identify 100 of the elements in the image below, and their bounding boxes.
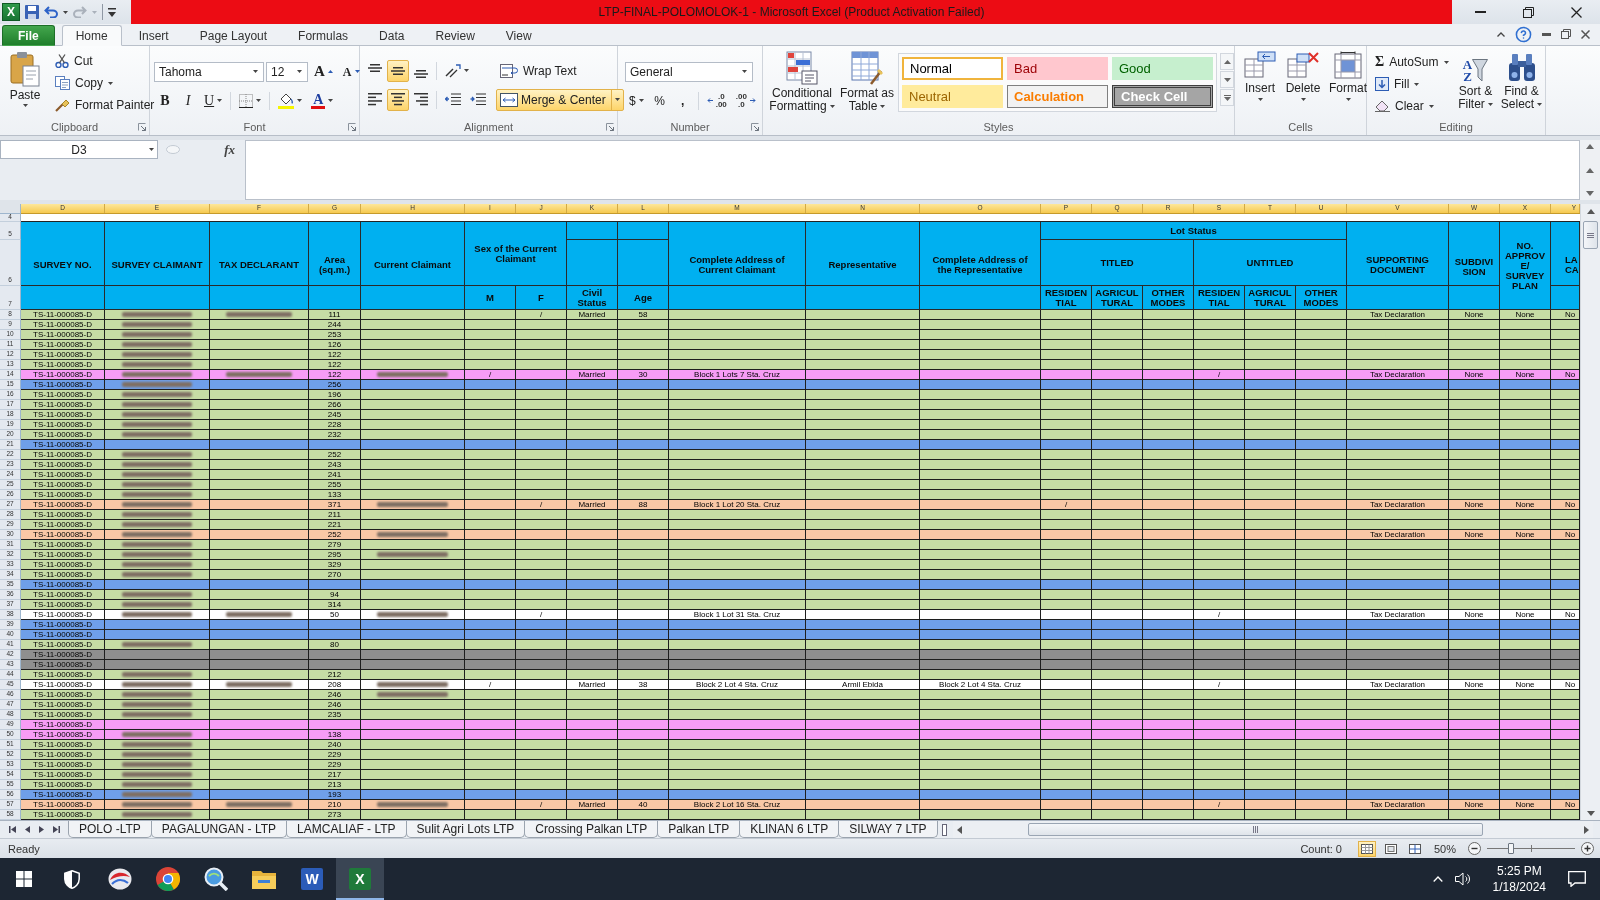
last-sheet-icon[interactable] <box>52 826 60 833</box>
percent-button[interactable]: % <box>648 89 671 112</box>
cell-style-option[interactable]: Bad <box>1007 57 1108 80</box>
sheet-tab[interactable]: SILWAY 7 LTP <box>838 821 938 838</box>
delete-cells-button[interactable]: Delete <box>1282 49 1324 103</box>
save-icon[interactable] <box>25 5 39 19</box>
zoom-out-icon[interactable] <box>1468 842 1481 855</box>
swirl-logo-icon <box>108 868 132 890</box>
scroll-up-icon[interactable] <box>1223 59 1231 64</box>
find-select-button[interactable]: Find & Select <box>1498 49 1545 113</box>
taskbar-button[interactable]: W <box>288 858 336 900</box>
scroll-down-icon[interactable] <box>1586 191 1594 196</box>
wrap-text-button[interactable]: Wrap Text <box>496 59 581 82</box>
file-menu-button[interactable]: File <box>2 25 55 46</box>
app-logo[interactable]: X <box>2 3 20 21</box>
ribbon-tab[interactable]: Insert <box>124 25 183 46</box>
ribbon-tab[interactable]: Review <box>421 25 489 46</box>
paste-button[interactable]: Paste <box>4 49 46 109</box>
insert-cells-button[interactable]: Insert <box>1240 49 1280 103</box>
small-bar-icon[interactable] <box>942 823 947 836</box>
caret-icon[interactable] <box>63 10 68 14</box>
scroll-up-icon[interactable] <box>1586 144 1594 149</box>
formula-field[interactable] <box>245 140 1580 200</box>
cell-style-option[interactable]: Neutral <box>902 85 1003 108</box>
sheet-tab[interactable]: KLINAN 6 LTP <box>739 821 840 838</box>
bar-caret-icon[interactable] <box>108 7 116 17</box>
conditional-formatting-button[interactable]: Conditional Formatting <box>768 49 836 115</box>
clock-time[interactable]: 5:25 PM <box>1496 863 1542 879</box>
underline-button[interactable]: U <box>200 89 227 112</box>
speaker-icon[interactable] <box>1454 872 1471 886</box>
align-button[interactable] <box>387 88 409 111</box>
sheet-tab[interactable]: Crossing Palkan LTP <box>524 821 659 838</box>
restore-icon[interactable] <box>1561 29 1571 39</box>
number-format-field[interactable]: General <box>625 61 753 82</box>
first-sheet-icon[interactable] <box>8 826 16 833</box>
undo-icon[interactable] <box>44 6 58 18</box>
sheet-tab[interactable]: Sulit Agri Lots LTP <box>405 821 526 838</box>
corner-arrow-icon[interactable] <box>606 122 614 131</box>
sheet-tab[interactable]: Palkan LTP <box>657 821 741 838</box>
ribbon-tab[interactable]: View <box>491 25 546 46</box>
view-button[interactable] <box>1357 840 1376 857</box>
help-icon[interactable] <box>1515 25 1532 43</box>
ribbon-tab[interactable]: Page Layout <box>185 25 282 46</box>
format-as-table-button[interactable]: Format as Table <box>839 49 895 115</box>
header-cell <box>567 222 618 240</box>
next-sheet-icon[interactable] <box>38 826 44 833</box>
merge-center-button[interactable]: Merge & Center <box>496 88 624 111</box>
corner-arrow-icon[interactable] <box>348 122 356 131</box>
close-icon[interactable] <box>1581 29 1590 39</box>
name-box[interactable]: D3 <box>0 140 158 159</box>
sheet-tab[interactable]: POLO -LTP <box>68 821 152 838</box>
ribbon-tab[interactable]: Data <box>365 25 419 46</box>
autosum-button[interactable]: Σ AutoSum <box>1371 51 1453 73</box>
shrink-font-button[interactable]: A <box>338 60 364 83</box>
comma-style-button[interactable]: , <box>671 89 694 112</box>
zoom-level[interactable]: 50% <box>1433 842 1456 855</box>
scroll-right-icon[interactable] <box>1583 825 1589 834</box>
minimize-icon[interactable] <box>1542 32 1551 36</box>
align-button[interactable] <box>387 59 409 82</box>
header-cell <box>618 222 669 240</box>
bar-caret-icon[interactable] <box>1223 94 1231 101</box>
chevron-up-icon[interactable] <box>1497 31 1505 37</box>
corner-arrow-icon[interactable] <box>751 122 759 131</box>
scroll-thumb[interactable] <box>1583 221 1598 249</box>
currency-button[interactable]: $ <box>625 89 648 112</box>
cell-style-option[interactable]: Good <box>1112 57 1213 80</box>
scroll-thumb[interactable] <box>1027 823 1483 836</box>
speech-bubble-icon[interactable] <box>1568 871 1586 887</box>
font-size-field[interactable]: 12 <box>266 61 308 82</box>
scroll-down-icon[interactable] <box>1586 811 1595 816</box>
grow-font-button[interactable]: A <box>310 60 337 83</box>
previous-sheet-icon[interactable] <box>24 826 30 833</box>
scroll-up-icon[interactable] <box>1586 209 1595 214</box>
zoom-in-icon[interactable] <box>1581 842 1594 855</box>
insert-function-button[interactable]: fx <box>220 141 239 158</box>
corner-arrow-icon[interactable] <box>138 122 146 131</box>
increase-decimal-button[interactable]: .0 .00 <box>702 89 731 112</box>
caret-icon <box>742 70 747 73</box>
clear-button[interactable]: Clear <box>1371 95 1453 117</box>
ribbon-tab[interactable]: Home <box>61 25 122 46</box>
sheet-tab[interactable]: PAGALUNGAN - LTP <box>150 821 288 838</box>
font-color-button[interactable]: A <box>307 89 338 112</box>
fill-button[interactable]: Fill <box>1371 73 1453 95</box>
cell-style-option[interactable]: Normal <box>902 57 1003 80</box>
restore-icon <box>1522 6 1534 18</box>
scroll-left-icon[interactable] <box>956 825 962 834</box>
scroll-down-icon[interactable] <box>1223 77 1231 82</box>
zoom-thumb[interactable] <box>1507 843 1514 854</box>
sort-filter-button[interactable]: A Z Sort & Filter <box>1454 49 1497 113</box>
font-name-field[interactable]: Tahoma <box>154 61 264 82</box>
ribbon-tab[interactable]: Formulas <box>284 25 363 46</box>
header-cell: UNTITLED <box>1194 240 1347 286</box>
clock-date[interactable]: 1/18/2024 <box>1492 879 1546 895</box>
italic-button[interactable]: I <box>177 89 199 112</box>
taskbar-button[interactable]: X <box>336 858 384 900</box>
triangle-up-icon[interactable] <box>1586 167 1594 173</box>
window-title: LTP-FINAL-POLOMOLOK-1 - Microsoft Excel (Product Activation Failed) <box>598 5 985 19</box>
sheet-tab[interactable]: LAMCALIAF - LTP <box>286 821 407 838</box>
decrease-decimal-button[interactable]: .00 .0 <box>731 89 760 112</box>
format-cells-button[interactable]: Format <box>1326 49 1370 103</box>
